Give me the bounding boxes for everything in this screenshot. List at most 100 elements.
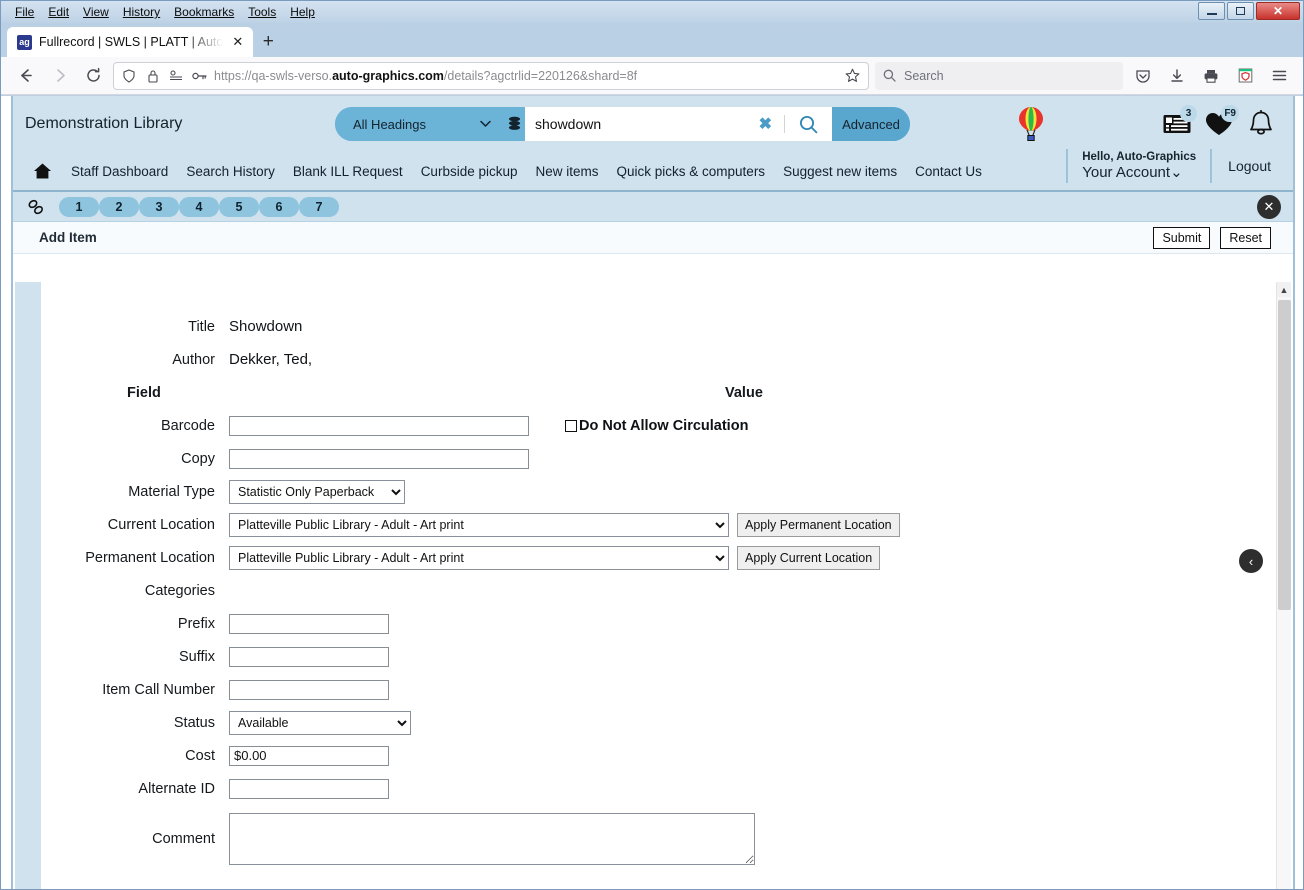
- form-scrollbar[interactable]: ▲: [1276, 282, 1291, 889]
- step-pill-5[interactable]: 5: [219, 196, 259, 217]
- database-icon[interactable]: [503, 107, 525, 141]
- hamburger-menu-icon[interactable]: [1265, 62, 1293, 90]
- column-header-value: Value: [725, 384, 763, 401]
- maximize-button[interactable]: [1227, 2, 1254, 20]
- tab-close-icon[interactable]: ✕: [230, 34, 245, 50]
- step-pill-6[interactable]: 6: [259, 196, 299, 217]
- nav-link-curbside-pickup[interactable]: Curbside pickup: [412, 164, 527, 179]
- key-icon[interactable]: [191, 67, 207, 85]
- nav-link-new-items[interactable]: New items: [527, 164, 608, 179]
- home-icon[interactable]: [13, 162, 62, 180]
- shield-icon[interactable]: [120, 67, 138, 85]
- menu-help[interactable]: Help: [284, 2, 321, 22]
- comment-textarea[interactable]: [229, 813, 755, 865]
- current-location-select[interactable]: Platteville Public Library - Adult - Art…: [229, 512, 729, 537]
- search-submit-icon[interactable]: [791, 115, 826, 134]
- do-not-allow-circulation-checkbox[interactable]: [565, 419, 577, 432]
- step-pill-7[interactable]: 7: [299, 196, 339, 217]
- barcode-input[interactable]: [229, 415, 529, 436]
- permanent-location-select[interactable]: Platteville Public Library - Adult - Art…: [229, 545, 729, 570]
- menu-bookmarks-label: Bookmarks: [174, 5, 235, 19]
- library-name: Demonstration Library: [25, 115, 183, 132]
- apply-permanent-location-button[interactable]: Apply Permanent Location: [737, 512, 900, 537]
- suffix-label: Suffix: [178, 648, 215, 665]
- menu-file[interactable]: File: [9, 2, 40, 22]
- address-bar[interactable]: https://qa-swls-verso.auto-graphics.com/…: [113, 61, 869, 90]
- browser-tab[interactable]: ag Fullrecord | SWLS | PLATT | Auto ✕: [7, 27, 254, 57]
- form-row-suffix: Suffix: [15, 640, 1275, 673]
- suffix-input[interactable]: [229, 646, 389, 667]
- alternate-id-label: Alternate ID: [138, 780, 215, 797]
- bell-icon[interactable]: [1243, 106, 1279, 142]
- status-label: Status: [173, 714, 215, 731]
- nav-link-quick-picks[interactable]: Quick picks & computers: [608, 164, 775, 179]
- close-window-button[interactable]: ✕: [1256, 2, 1300, 20]
- apply-current-location-button[interactable]: Apply Current Location: [737, 545, 881, 570]
- status-select[interactable]: Available: [229, 710, 411, 735]
- menu-file-label: File: [15, 5, 35, 19]
- search-input-wrap[interactable]: showdown ✖: [525, 107, 832, 141]
- advanced-search-button[interactable]: Advanced: [832, 107, 910, 141]
- submit-button[interactable]: Submit: [1153, 226, 1211, 249]
- menu-view[interactable]: View: [77, 2, 115, 22]
- step-pill-4[interactable]: 4: [179, 196, 219, 217]
- form-row-comment: Comment: [15, 813, 1275, 865]
- minimize-button[interactable]: [1198, 2, 1225, 20]
- reload-icon[interactable]: [79, 62, 107, 90]
- form-row-copy: Copy: [15, 442, 1275, 475]
- reader-icon[interactable]: [168, 67, 184, 85]
- form-row-barcode: Barcode Do Not Allow Circulation: [15, 409, 1275, 442]
- nav-link-blank-ill-request[interactable]: Blank ILL Request: [284, 164, 412, 179]
- forward-arrow-icon[interactable]: [45, 62, 73, 90]
- add-item-form: Title Showdown Author Dekker, Ted, Field…: [15, 282, 1275, 865]
- minimize-icon: [1206, 13, 1217, 15]
- do-not-allow-circulation-checkbox-wrap[interactable]: Do Not Allow Circulation: [565, 418, 748, 434]
- permanent-location-label: Permanent Location: [85, 549, 215, 566]
- search-scope-dropdown[interactable]: All Headings: [335, 107, 503, 141]
- reset-button[interactable]: Reset: [1220, 226, 1271, 249]
- categories-label: Categories: [144, 582, 215, 599]
- hot-air-balloon-icon[interactable]: [1003, 106, 1059, 142]
- step-pill-2[interactable]: 2: [99, 196, 139, 217]
- scrollbar-thumb[interactable]: [1278, 300, 1291, 610]
- link-chain-icon[interactable]: [13, 198, 59, 216]
- item-call-number-input[interactable]: [229, 679, 389, 700]
- nav-link-search-history[interactable]: Search History: [177, 164, 284, 179]
- close-panel-button[interactable]: ✕: [1257, 195, 1281, 219]
- browser-search-box[interactable]: Search: [875, 61, 1123, 90]
- menu-bookmarks[interactable]: Bookmarks: [168, 2, 240, 22]
- page-viewport: Demonstration Library All Headings showd…: [1, 96, 1303, 889]
- copy-input[interactable]: [229, 448, 529, 469]
- step-pill-1[interactable]: 1: [59, 196, 99, 217]
- nav-link-staff-dashboard[interactable]: Staff Dashboard: [62, 164, 177, 179]
- list-icon[interactable]: 3: [1159, 105, 1197, 142]
- pocket-icon[interactable]: [1129, 62, 1157, 90]
- account-name-label: Your Account: [1082, 163, 1171, 181]
- menu-history[interactable]: History: [117, 2, 166, 22]
- new-tab-button[interactable]: +: [253, 27, 283, 57]
- clear-search-icon[interactable]: ✖: [753, 114, 778, 134]
- collapse-panel-button[interactable]: ‹: [1239, 549, 1263, 573]
- extension-icon[interactable]: [1231, 62, 1259, 90]
- star-icon[interactable]: [842, 66, 862, 86]
- step-pill-3[interactable]: 3: [139, 196, 179, 217]
- alternate-id-input[interactable]: [229, 778, 389, 799]
- download-icon[interactable]: [1163, 62, 1191, 90]
- heart-badge: F9: [1221, 105, 1239, 122]
- menu-tools[interactable]: Tools: [242, 2, 282, 22]
- cost-input[interactable]: [229, 745, 389, 766]
- account-menu[interactable]: Hello, Auto-Graphics Your Account⌄: [1068, 151, 1210, 181]
- back-arrow-icon[interactable]: [11, 62, 39, 90]
- menu-edit[interactable]: Edit: [42, 2, 75, 22]
- lock-icon[interactable]: [145, 67, 161, 85]
- search-input[interactable]: showdown: [535, 116, 747, 132]
- nav-link-suggest-new-items[interactable]: Suggest new items: [774, 164, 906, 179]
- print-icon[interactable]: [1197, 62, 1225, 90]
- logout-link[interactable]: Logout: [1212, 158, 1293, 174]
- heart-icon[interactable]: F9: [1201, 105, 1239, 142]
- material-type-select[interactable]: Statistic Only Paperback: [229, 479, 405, 504]
- scroll-up-arrow-icon[interactable]: ▲: [1277, 282, 1291, 297]
- nav-link-contact-us[interactable]: Contact Us: [906, 164, 991, 179]
- prefix-input[interactable]: [229, 613, 389, 634]
- copy-label: Copy: [181, 450, 215, 467]
